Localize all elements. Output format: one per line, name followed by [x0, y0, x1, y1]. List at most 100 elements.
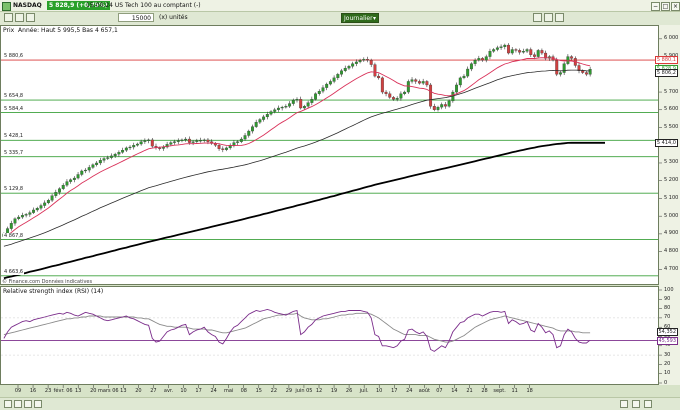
x-tick-label: 13 — [75, 388, 82, 394]
rsi-tick-label: 20 — [664, 360, 671, 367]
drawing-icon[interactable] — [26, 13, 35, 22]
y-tick-label: 5 200 — [664, 177, 679, 184]
price-tag: 5 880,1 — [654, 56, 678, 65]
x-tick-label: 22 — [270, 388, 278, 394]
x-tick-label: mars 06 — [98, 388, 119, 394]
price-pane-title: Prix Année: Haut 5 995,5 Bas 4 657,1 — [3, 27, 118, 34]
rsi-title: Relative strength index (RSI) (14) — [3, 288, 104, 295]
scroll-right-icon[interactable] — [34, 400, 42, 408]
units-label: (x) unités — [159, 14, 188, 21]
year-range-legend: Année: Haut 5 995,5 Bas 4 657,1 — [18, 27, 118, 34]
y-tick-label: 5 100 — [664, 194, 679, 201]
x-tick-label: 24 — [210, 388, 217, 394]
camera-icon[interactable] — [632, 400, 640, 408]
rsi-tag: 45,593 — [656, 336, 678, 345]
minimize-button[interactable]: − — [651, 2, 660, 11]
y-tick-label: 5 600 — [664, 106, 679, 113]
level-label: 4 663,6 — [3, 268, 25, 275]
rsi-tick-label: 80 — [664, 305, 671, 312]
quantity-input[interactable]: 15000 — [118, 13, 154, 22]
x-tick-label: 20 — [135, 388, 142, 394]
price-tag: 5 806,2 — [654, 69, 678, 78]
x-tick-label: févr. 06 — [53, 388, 73, 394]
x-tick-label: 18 — [526, 388, 533, 394]
rsi-tick-label: 10 — [664, 370, 671, 377]
rsi-tag: 54,352 — [656, 328, 678, 337]
x-tick-label: 26 — [345, 388, 353, 394]
x-tick-label: 08 — [240, 388, 247, 394]
level-label: 5 584,4 — [3, 105, 25, 112]
chart-type-icon[interactable] — [4, 13, 13, 22]
x-tick-label: 15 — [255, 388, 262, 394]
x-tick-label: 07 — [436, 388, 443, 394]
crosshair-icon[interactable] — [555, 13, 564, 22]
close-button[interactable]: × — [671, 2, 680, 11]
level-label: 5 335,7 — [3, 149, 25, 156]
period-select[interactable]: Journalier ▾ — [341, 13, 379, 23]
level-label: 5 129,8 — [3, 186, 25, 193]
instrument-description: 15:00:24 US Tech 100 au comptant (-) — [86, 2, 201, 9]
x-tick-label: 14 — [451, 388, 458, 394]
x-tick-label: 17 — [391, 388, 398, 394]
x-tick-label: juin 05 — [295, 388, 313, 394]
x-tick-label: 27 — [150, 388, 157, 394]
x-tick-label: mai — [224, 388, 234, 394]
data-source: © Finance.com Données indicatives — [2, 279, 93, 285]
y-tick-label: 5 000 — [664, 212, 679, 219]
toolbar: 15000 (x) unités Journalier ▾ — [0, 12, 680, 25]
x-tick-label: juil. — [359, 388, 369, 394]
x-tick-label: 10 — [180, 388, 187, 394]
price-title: Prix — [3, 27, 15, 34]
zoom-icon[interactable] — [544, 13, 553, 22]
y-tick-label: 5 700 — [664, 88, 679, 95]
x-tick-label: 28 — [481, 388, 488, 394]
period-label: Journalier — [344, 15, 373, 22]
zoom-in-icon[interactable] — [24, 400, 32, 408]
x-tick-label: 11 — [511, 388, 518, 394]
level-label: 5 428,1 — [3, 133, 25, 140]
x-tick-label: 17 — [195, 388, 202, 394]
window-icon — [2, 2, 11, 11]
print-icon[interactable] — [620, 400, 628, 408]
x-tick-label: 23 — [44, 388, 52, 394]
y-tick-label: 5 300 — [664, 159, 679, 166]
rsi-tick-label: 0 — [664, 379, 668, 386]
x-tick-label: sept. — [493, 388, 506, 394]
indicator-icon[interactable] — [15, 13, 24, 22]
y-tick-label: 4 800 — [664, 248, 679, 255]
x-tick-label: 09 — [14, 388, 22, 394]
price-tag: 5 414,0 — [654, 138, 678, 147]
x-tick-label: 12 — [315, 388, 323, 394]
level-label: 4 867,8 — [3, 232, 25, 239]
maximize-button[interactable]: □ — [661, 2, 670, 11]
rsi-tick-label: 30 — [664, 351, 671, 358]
x-tick-label: 10 — [376, 388, 383, 394]
x-tick-label: 29 — [285, 388, 293, 394]
y-tick-label: 5 500 — [664, 124, 679, 131]
x-tick-label: 16 — [29, 388, 37, 394]
zoom-out-icon[interactable] — [14, 400, 22, 408]
rsi-tick-label: 90 — [664, 295, 671, 302]
rsi-tick-label: 100 — [664, 286, 674, 293]
x-tick-label: août — [418, 388, 430, 394]
y-tick-label: 4 900 — [664, 230, 679, 237]
level-label: 5 880,6 — [3, 53, 25, 60]
y-tick-label: 4 700 — [664, 265, 679, 272]
title-bar: NASDAQ 5 828,9 (+0,75%) 15:00:24 US Tech… — [0, 0, 680, 12]
y-tick-label: 6 000 — [664, 35, 679, 42]
x-tick-label: avr. — [163, 388, 174, 394]
price-pane[interactable]: Prix Année: Haut 5 995,5 Bas 4 657,1 — [0, 25, 659, 285]
x-tick-label: 24 — [406, 388, 413, 394]
scroll-left-icon[interactable] — [4, 400, 12, 408]
rsi-pane[interactable]: Relative strength index (RSI) (14) — [0, 286, 659, 385]
bottom-bar — [0, 397, 680, 410]
settings-icon[interactable] — [533, 13, 542, 22]
instrument-symbol: NASDAQ — [13, 2, 42, 9]
x-tick-label: 20 — [90, 388, 97, 394]
x-tick-label: 21 — [466, 388, 473, 394]
fullscreen-icon[interactable] — [644, 400, 652, 408]
x-tick-label: 13 — [120, 388, 127, 394]
x-tick-label: 19 — [330, 388, 338, 394]
chevron-down-icon: ▾ — [372, 15, 376, 22]
rsi-tick-label: 70 — [664, 314, 671, 321]
